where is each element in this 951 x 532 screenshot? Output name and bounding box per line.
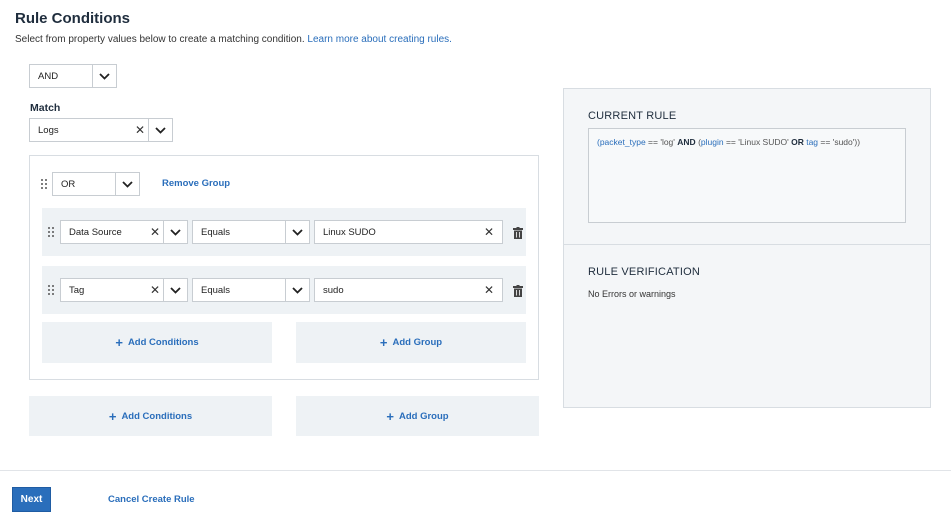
rule-token-operator: OR <box>791 137 804 147</box>
plus-icon: + <box>379 335 388 350</box>
subtitle-text: Select from property values below to cre… <box>15 34 305 45</box>
value-text: Linux SUDO <box>323 226 376 238</box>
learn-more-link[interactable]: Learn more about creating rules. <box>307 34 452 45</box>
rule-token-operator: AND <box>677 137 696 147</box>
comparator-select[interactable]: Equals <box>192 220 310 244</box>
add-conditions-label: Add Conditions <box>121 410 193 422</box>
value-text: sudo <box>323 284 344 296</box>
plus-icon: + <box>108 408 117 424</box>
chevron-down-icon[interactable] <box>115 173 139 195</box>
add-group-label: Add Group <box>398 410 449 422</box>
footer-divider <box>0 470 951 471</box>
clear-icon[interactable]: ✕ <box>476 225 502 239</box>
top-operator-select[interactable]: AND <box>29 64 117 88</box>
rule-token: == 'log' <box>645 137 678 147</box>
chevron-down-icon[interactable] <box>285 279 309 301</box>
group-add-conditions-button[interactable]: + Add Conditions <box>42 322 272 363</box>
plus-icon: + <box>386 408 394 424</box>
rule-token: == 'Linux SUDO' <box>723 137 792 147</box>
plus-icon: + <box>115 335 123 350</box>
panel-divider <box>563 244 931 245</box>
match-label: Match <box>30 102 61 114</box>
match-value: Logs <box>38 124 59 136</box>
field-select[interactable]: Tag ✕ <box>60 278 188 302</box>
remove-group-link[interactable]: Remove Group <box>162 178 230 189</box>
field-value: Data Source <box>69 226 122 238</box>
chevron-down-icon[interactable] <box>285 221 309 243</box>
group-add-group-button[interactable]: + Add Group <box>296 322 526 363</box>
rule-token-field: tag <box>806 137 819 147</box>
drag-handle-icon[interactable] <box>41 179 47 189</box>
drag-handle-icon[interactable] <box>48 285 54 295</box>
field-value: Tag <box>69 284 85 296</box>
page-title: Rule Conditions <box>15 10 130 27</box>
match-select[interactable]: Logs ✕ <box>29 118 173 142</box>
rule-token: == 'sudo')) <box>818 137 861 147</box>
clear-icon[interactable]: ✕ <box>132 123 148 137</box>
chevron-down-icon[interactable] <box>148 119 172 141</box>
value-input[interactable]: Linux SUDO ✕ <box>314 220 503 244</box>
top-operator-value: AND <box>38 70 59 82</box>
add-group-button[interactable]: + Add Group <box>296 396 539 436</box>
rule-verification-heading: RULE VERIFICATION <box>588 266 700 278</box>
drag-handle-icon[interactable] <box>48 227 54 237</box>
comparator-value: Equals <box>201 284 231 296</box>
trash-icon[interactable] <box>513 285 523 297</box>
chevron-down-icon[interactable] <box>163 221 187 243</box>
current-rule-expression: (packet_type == 'log' AND (plugin == 'Li… <box>588 128 906 223</box>
chevron-down-icon[interactable] <box>92 65 116 87</box>
cancel-create-rule-link[interactable]: Cancel Create Rule <box>108 494 195 505</box>
comparator-value: Equals <box>201 226 231 238</box>
group-operator-value: OR <box>61 178 76 190</box>
rule-token-field: (packet_type <box>597 137 646 147</box>
next-button[interactable]: Next <box>12 487 51 512</box>
field-select[interactable]: Data Source ✕ <box>60 220 188 244</box>
value-input[interactable]: sudo ✕ <box>314 278 503 302</box>
chevron-down-icon[interactable] <box>163 279 187 301</box>
rule-token-field: plugin <box>700 137 724 147</box>
page-subtitle: Select from property values below to cre… <box>15 34 452 45</box>
add-group-label: Add Group <box>392 337 443 348</box>
add-conditions-button[interactable]: + Add Conditions <box>29 396 272 436</box>
clear-icon[interactable]: ✕ <box>147 225 163 239</box>
clear-icon[interactable]: ✕ <box>147 283 163 297</box>
comparator-select[interactable]: Equals <box>192 278 310 302</box>
verification-status: No Errors or warnings <box>588 289 676 299</box>
clear-icon[interactable]: ✕ <box>476 283 502 297</box>
trash-icon[interactable] <box>513 227 523 239</box>
group-operator-select[interactable]: OR <box>52 172 140 196</box>
add-conditions-label: Add Conditions <box>127 337 199 348</box>
current-rule-heading: CURRENT RULE <box>588 110 677 122</box>
